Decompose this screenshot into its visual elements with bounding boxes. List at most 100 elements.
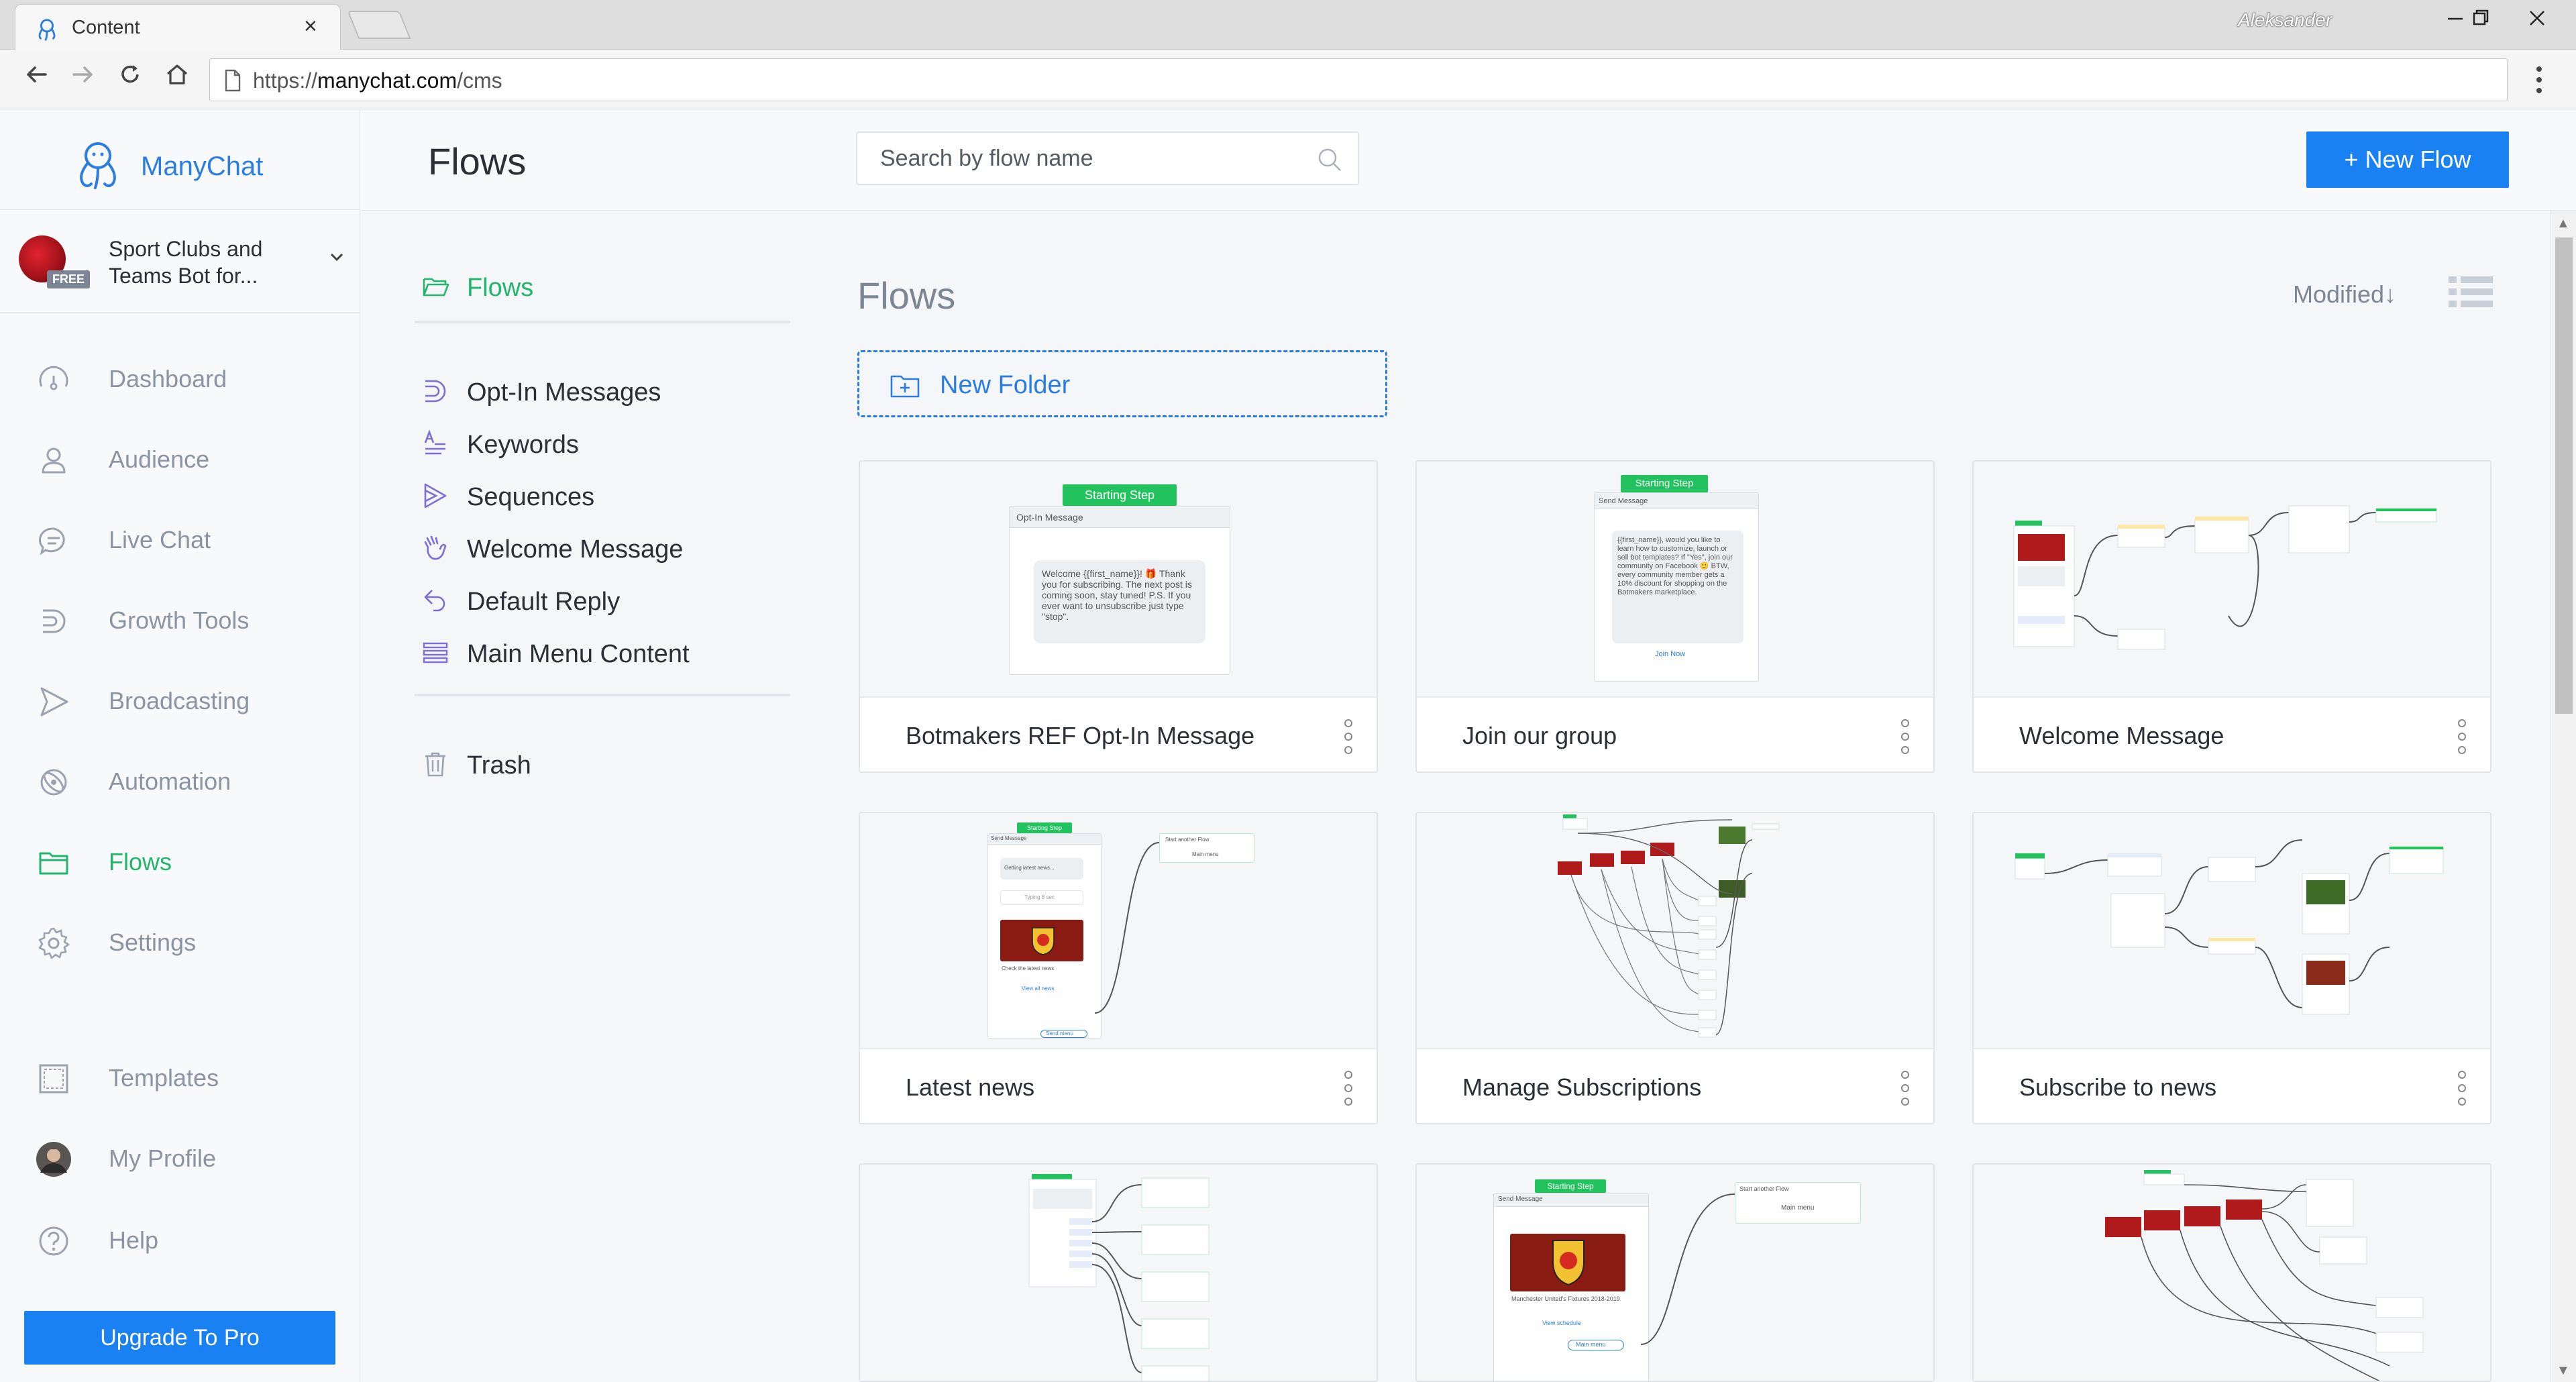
browser-tab[interactable]: Content × (15, 4, 341, 50)
back-arrow-icon[interactable] (17, 61, 55, 99)
reload-icon[interactable] (111, 61, 149, 99)
nav-item-my-profile[interactable]: My Profile (0, 1130, 360, 1183)
flow-card[interactable]: Subscribe to news (1972, 812, 2491, 1124)
sort-dropdown[interactable]: Modified↓ (2293, 280, 2396, 309)
manychat-tab-icon (38, 19, 56, 41)
flow-diagram (1558, 814, 1780, 1038)
flow-preview: Starting Step Opt-In Message Welcome {{f… (860, 462, 1377, 696)
nav-item-audience[interactable]: Audience (0, 431, 360, 484)
flow-card[interactable]: Manage Subscriptions (1415, 812, 1935, 1124)
app-root: ManyChat FREE Sport Clubs and Teams Bot … (0, 110, 2576, 1382)
new-flow-button[interactable]: + New Flow (2306, 131, 2509, 188)
person-icon (42, 447, 66, 474)
nav-label: Flows (109, 848, 172, 875)
folder-welcome-message[interactable]: Welcome Message (415, 526, 790, 569)
opt-in-icon (425, 380, 446, 403)
flow-card[interactable] (859, 1163, 1378, 1382)
scroll-up-icon[interactable]: ▲ (2557, 216, 2570, 231)
gauge-icon (39, 366, 68, 390)
add-folder-icon (890, 375, 920, 398)
scroll-down-icon[interactable]: ▼ (2557, 1363, 2570, 1379)
card-footer: Manage Subscriptions (1417, 1048, 1933, 1123)
new-tab-button[interactable] (347, 11, 411, 39)
node-button: Join Now (1655, 650, 1686, 658)
flow-name: Botmakers REF Opt-In Message (906, 722, 1255, 749)
folder-label: Main Menu Content (467, 640, 690, 668)
new-folder-button[interactable]: New Folder (857, 350, 1387, 417)
folder-default-reply[interactable]: Default Reply (415, 578, 790, 621)
nav-item-help[interactable]: Help (0, 1212, 360, 1265)
folder-keywords[interactable]: Keywords (415, 421, 790, 464)
content-scrollbar[interactable]: ▲ ▼ (2551, 211, 2576, 1382)
more-vertical-icon[interactable] (1342, 1068, 1355, 1108)
nav-item-flows[interactable]: Flows (0, 833, 360, 887)
folder-label: Welcome Message (467, 535, 684, 564)
new-folder-label: New Folder (940, 371, 1071, 399)
account-switcher[interactable]: FREE Sport Clubs and Teams Bot for... (0, 209, 360, 313)
more-vertical-icon[interactable] (1898, 1068, 1912, 1108)
folder-sequences[interactable]: Sequences (415, 474, 790, 517)
nav-item-templates[interactable]: Templates (0, 1049, 360, 1103)
nav-label: Dashboard (109, 365, 227, 392)
card-footer: Welcome Message (1974, 696, 2490, 772)
flow-card[interactable]: Starting Step Send Message Getting lates… (859, 812, 1378, 1124)
nav-item-dashboard[interactable]: Dashboard (0, 350, 360, 404)
nav-label: My Profile (109, 1145, 217, 1172)
home-icon[interactable] (158, 61, 196, 99)
forward-arrow-icon[interactable] (64, 61, 102, 99)
flow-card[interactable]: Starting Step Opt-In Message Welcome {{f… (859, 460, 1378, 773)
growth-tools-icon (43, 609, 66, 633)
more-vertical-icon[interactable] (2455, 1068, 2469, 1108)
more-vertical-icon[interactable] (2455, 716, 2469, 757)
flow-diagram (2105, 1170, 2424, 1381)
restore-square-icon[interactable] (2438, 5, 2489, 39)
nav-label: Audience (109, 445, 210, 473)
more-vertical-icon[interactable] (1342, 716, 1355, 757)
folder-flows[interactable]: Flows (415, 264, 790, 307)
brand-name: ManyChat (141, 152, 264, 181)
message-node: Send Message {{first_name}}, would you l… (1594, 492, 1759, 682)
nav-label: Settings (109, 928, 197, 956)
flow-card[interactable]: Starting Step Send Message {{first_name}… (1415, 460, 1935, 773)
more-vertical-icon[interactable] (1898, 716, 1912, 757)
search-input[interactable] (880, 142, 1296, 174)
scroll-thumb[interactable] (2555, 237, 2573, 714)
card-footer: Latest news (860, 1048, 1377, 1123)
flow-card[interactable] (1972, 1163, 2491, 1382)
nav-item-growth-tools[interactable]: Growth Tools (0, 592, 360, 645)
nav-item-live-chat[interactable]: Live Chat (0, 511, 360, 565)
nav-label: Growth Tools (109, 606, 250, 634)
chevron-down-icon[interactable] (327, 248, 346, 266)
node-title: Start another Flow (1739, 1185, 1789, 1192)
nav-item-settings[interactable]: Settings (0, 914, 360, 967)
search-icon[interactable] (1316, 146, 1343, 173)
page-info-icon[interactable] (222, 69, 242, 92)
folder-icon (39, 852, 68, 875)
flow-name: Join our group (1462, 722, 1617, 749)
flow-name: Manage Subscriptions (1462, 1073, 1702, 1101)
folder-main-menu-content[interactable]: Main Menu Content (415, 631, 790, 674)
browser-menu-icon[interactable] (2529, 62, 2549, 97)
flow-preview (860, 1165, 1377, 1381)
close-tab-icon[interactable]: × (304, 13, 317, 40)
flow-preview (1974, 1165, 2490, 1381)
nav-label: Automation (109, 767, 231, 795)
node-body: Welcome {{first_name}}! 🎁 Thank you for … (1042, 568, 1192, 622)
flow-card[interactable]: Starting Step Send Message Manchester Un… (1415, 1163, 1935, 1382)
list-view-icon[interactable] (2447, 274, 2494, 311)
close-window-icon[interactable] (2517, 5, 2557, 39)
flow-card[interactable]: Welcome Message (1972, 460, 2491, 773)
folder-label: Trash (467, 751, 531, 780)
start-flow-node: Start another Flow Main menu (1159, 833, 1254, 863)
gear-icon (38, 927, 70, 959)
upgrade-to-pro-button[interactable]: Upgrade To Pro (24, 1311, 335, 1365)
folder-opt-in-messages[interactable]: Opt-In Messages (415, 369, 790, 412)
help-icon (39, 1226, 68, 1256)
node-title: Send Message (1599, 497, 1648, 505)
nav-item-broadcasting[interactable]: Broadcasting (0, 672, 360, 726)
start-flow-node: Start another Flow Main menu (1735, 1182, 1861, 1224)
url-field[interactable]: https://manychat.com/cms (209, 58, 2508, 101)
nav-item-automation[interactable]: Automation (0, 753, 360, 806)
content-title: Flows (857, 274, 956, 317)
folder-trash[interactable]: Trash (415, 742, 790, 785)
